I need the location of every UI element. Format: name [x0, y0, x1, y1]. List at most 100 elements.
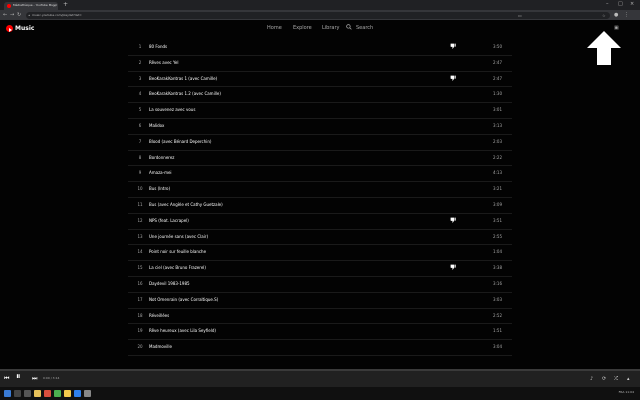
- track-duration: 2:47: [493, 75, 502, 81]
- app-icon-blue[interactable]: [74, 390, 81, 397]
- reload-icon[interactable]: ↻: [17, 12, 21, 18]
- close-window-button[interactable]: ×: [630, 1, 634, 7]
- track-row[interactable]: 8 Bordonnerez 2:22: [128, 151, 512, 167]
- thumb-down-icon[interactable]: [450, 217, 456, 223]
- os-taskbar: FRA 11:04: [0, 387, 640, 400]
- track-row[interactable]: 10 Bus (Intro) 3:21: [128, 182, 512, 198]
- maximize-button[interactable]: □: [618, 1, 623, 7]
- track-row[interactable]: 12 NPS (feat. Lacrapel) 3:51: [128, 214, 512, 230]
- track-row[interactable]: 17 Not Omenrain (avec Corraltique.S) 3:03: [128, 293, 512, 309]
- forward-icon[interactable]: →: [10, 12, 14, 18]
- track-title[interactable]: NPS (feat. Lacrapel): [149, 218, 189, 223]
- track-row[interactable]: 15 La ciel (avec Bruno Frazerel) 3:38: [128, 261, 512, 277]
- track-title[interactable]: La ciel (avec Bruno Frazerel): [149, 265, 206, 270]
- track-title[interactable]: Blood (avec Bénard Deperchin): [149, 139, 212, 144]
- expand-icon[interactable]: ▴: [627, 374, 630, 384]
- track-title[interactable]: BeoKarakKontras 1.2 (avec Camille): [149, 91, 221, 96]
- track-duration: 1:51: [493, 328, 502, 334]
- track-row[interactable]: 16 Daydevil 1983-1985 3:16: [128, 277, 512, 293]
- track-index: 5: [138, 107, 142, 113]
- track-title[interactable]: Rêve heureux (avec Lila Seyfield): [149, 328, 216, 333]
- menu-icon[interactable]: ⋮: [624, 12, 629, 18]
- back-icon[interactable]: ←: [3, 12, 7, 18]
- app-icon-gray[interactable]: [84, 390, 91, 397]
- track-duration: 3:04: [493, 344, 502, 350]
- track-title[interactable]: Bus (avec Angèle et Cathy Guetzale): [149, 202, 223, 207]
- track-title[interactable]: Bordonnerez: [149, 155, 174, 160]
- track-row[interactable]: 6 Malidox 3:13: [128, 119, 512, 135]
- nav-explore[interactable]: Explore: [293, 25, 312, 31]
- track-title[interactable]: Réveillées: [149, 313, 169, 318]
- track-row[interactable]: 3 BeoKarakKontras 1 (avec Camille) 2:47: [128, 72, 512, 88]
- track-title[interactable]: Daydevil 1983-1985: [149, 281, 190, 286]
- minimize-button[interactable]: –: [606, 1, 609, 7]
- repeat-icon[interactable]: ⟳: [602, 374, 606, 384]
- track-row[interactable]: 9 Amaza-mei 4:13: [128, 166, 512, 183]
- track-duration: 3:01: [493, 107, 502, 113]
- track-row[interactable]: 4 BeoKarakKontras 1.2 (avec Camille) 1:30: [128, 87, 512, 104]
- track-title[interactable]: Bus (Intro): [149, 186, 170, 191]
- new-tab-button[interactable]: +: [63, 2, 68, 8]
- track-title[interactable]: Rêves avec Yel: [149, 60, 178, 65]
- track-row[interactable]: 18 Réveillées 2:52: [128, 309, 512, 325]
- app-icon-red[interactable]: [44, 390, 51, 397]
- file-explorer-icon[interactable]: [34, 390, 41, 397]
- track-title[interactable]: Not Omenrain (avec Corraltique.S): [149, 297, 218, 302]
- track-row[interactable]: 7 Blood (avec Bénard Deperchin) 2:03: [128, 135, 512, 151]
- lock-icon: •: [28, 13, 31, 18]
- next-icon[interactable]: ⏭: [32, 374, 37, 384]
- track-row[interactable]: 5 La souvenez avec vous 3:01: [128, 103, 512, 119]
- track-row[interactable]: 1 80 Fonds 3:50: [128, 40, 512, 56]
- address-bar[interactable]: • music.youtube.com/playlist?list= ▭ ☆: [26, 12, 610, 19]
- cast-icon[interactable]: ▭: [518, 12, 522, 19]
- nav-home[interactable]: Home: [267, 25, 282, 31]
- browser-tab[interactable]: Médiathèque - YouTube Music ×: [4, 2, 58, 10]
- track-title[interactable]: BeoKarakKontras 1 (avec Camille): [149, 76, 217, 81]
- track-index: 20: [137, 344, 143, 350]
- track-title[interactable]: La souvenez avec vous: [149, 107, 195, 112]
- track-index: 15: [137, 265, 143, 271]
- logo-mark-icon: [6, 25, 13, 32]
- track-row[interactable]: 11 Bus (avec Angèle et Cathy Guetzale) 3:0…: [128, 198, 512, 214]
- track-index: 10: [137, 186, 143, 192]
- track-title[interactable]: Point noir sur feuille blanche: [149, 249, 206, 254]
- track-title[interactable]: Madmoville: [149, 344, 172, 349]
- search-icon[interactable]: [346, 24, 352, 30]
- track-title[interactable]: 80 Fonds: [149, 44, 167, 49]
- thumb-down-icon[interactable]: [450, 43, 456, 49]
- track-duration: 2:55: [493, 233, 502, 239]
- thumb-down-icon[interactable]: [450, 264, 456, 270]
- volume-icon[interactable]: ♪: [590, 374, 593, 384]
- track-duration: 1:30: [493, 91, 502, 97]
- windows-start-icon[interactable]: [4, 390, 11, 397]
- track-duration: 4:13: [493, 170, 502, 176]
- task-view-icon[interactable]: [24, 390, 31, 397]
- search-taskbar-icon[interactable]: [14, 390, 21, 397]
- track-index: 1: [138, 44, 142, 49]
- chrome-icon[interactable]: [64, 390, 71, 397]
- pause-icon[interactable]: ⏸: [16, 372, 21, 382]
- previous-icon[interactable]: ⏮: [4, 374, 9, 384]
- track-title[interactable]: Amaza-mei: [149, 170, 172, 175]
- track-title[interactable]: Malidox: [149, 123, 164, 128]
- track-row[interactable]: 14 Point noir sur feuille blanche 1:04: [128, 245, 512, 262]
- star-icon[interactable]: ☆: [602, 12, 606, 19]
- app-icon-green[interactable]: [54, 390, 61, 397]
- profile-icon[interactable]: ●: [614, 12, 618, 18]
- track-row[interactable]: 20 Madmoville 3:04: [128, 340, 512, 356]
- track-index: 19: [137, 328, 143, 334]
- shuffle-icon[interactable]: ⤮: [614, 374, 618, 384]
- thumb-down-icon[interactable]: [450, 75, 456, 81]
- track-title[interactable]: Une journée sans (avec Clair): [149, 234, 208, 239]
- youtube-music-logo[interactable]: Music: [6, 24, 46, 34]
- track-row[interactable]: 19 Rêve heureux (avec Lila Seyfield) 1:51: [128, 324, 512, 341]
- track-row[interactable]: 2 Rêves avec Yel 2:47: [128, 56, 512, 72]
- nav-search[interactable]: Search: [356, 25, 373, 31]
- track-duration: 3:51: [493, 217, 502, 223]
- system-tray: FRA 11:04: [618, 390, 634, 394]
- track-index: 9: [138, 170, 142, 176]
- tab-close-icon[interactable]: ×: [53, 3, 56, 8]
- track-row[interactable]: 13 Une journée sans (avec Clair) 2:55: [128, 230, 512, 246]
- track-index: 7: [138, 138, 142, 144]
- nav-library[interactable]: Library: [322, 25, 339, 31]
